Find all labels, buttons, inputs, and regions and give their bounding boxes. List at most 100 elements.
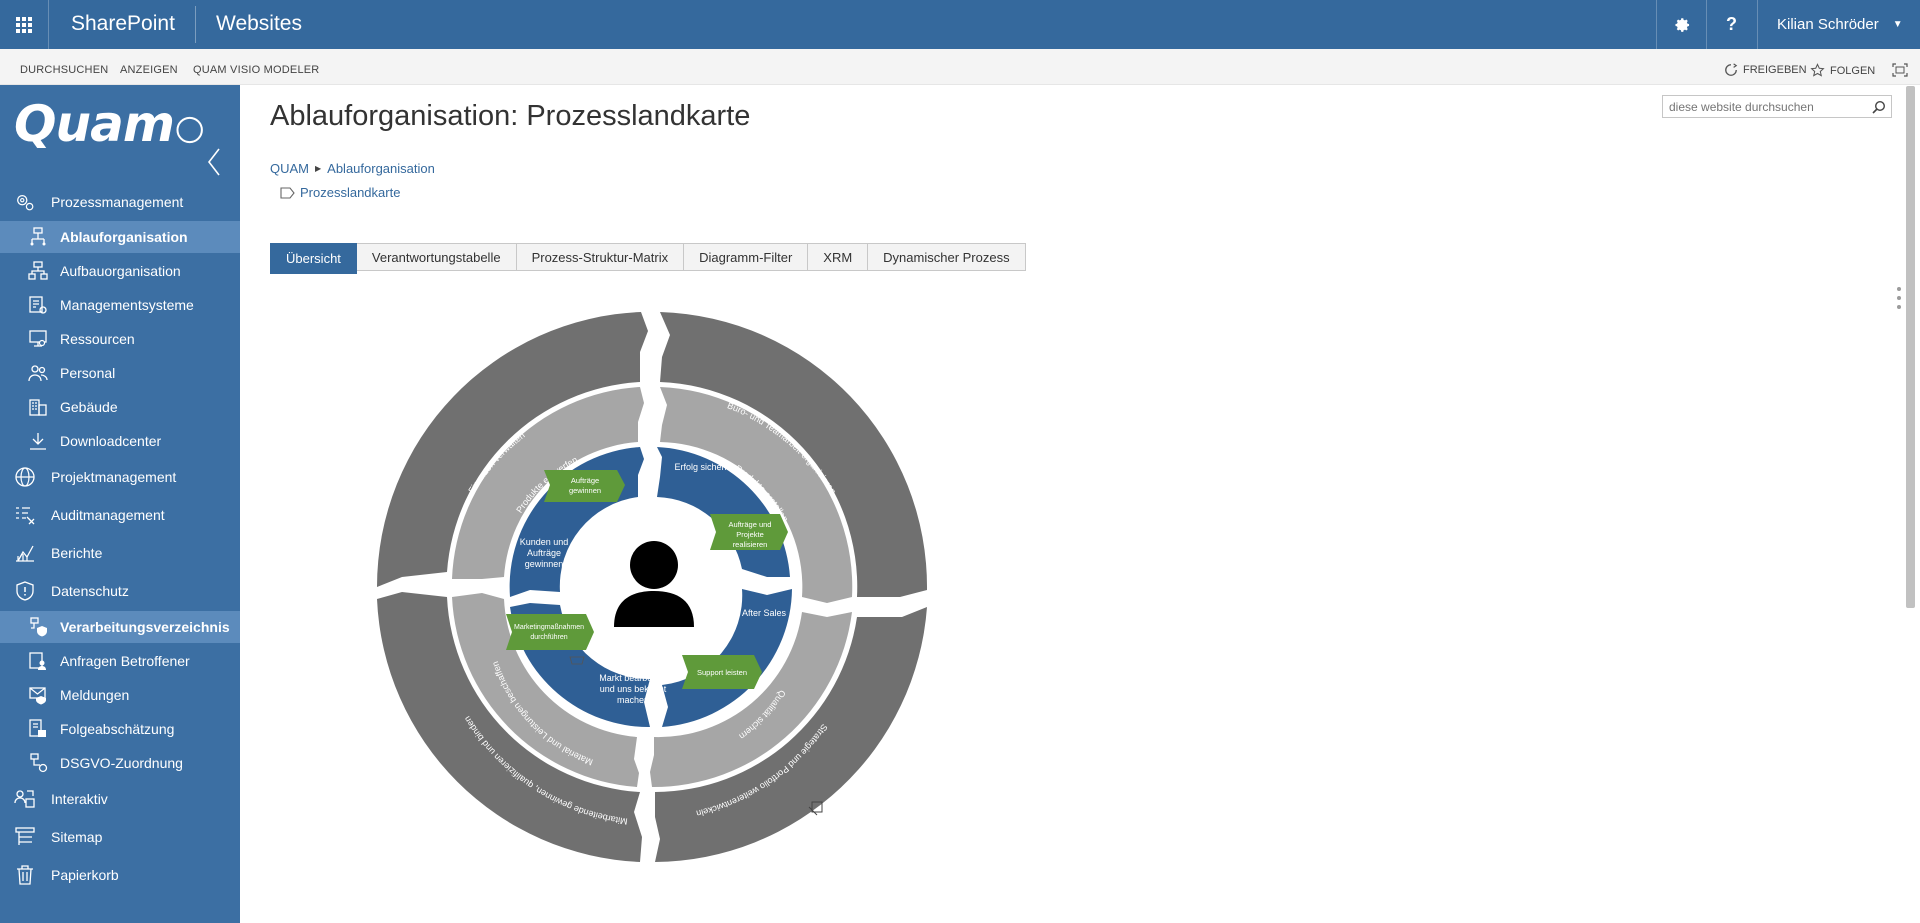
nav-label: Personal [60, 365, 116, 381]
gears-icon [13, 190, 37, 214]
ribbon-tab-view[interactable]: ANZEIGEN [120, 64, 178, 76]
nav-item-auditmanagement[interactable]: Auditmanagement [0, 497, 240, 533]
brand-link[interactable]: SharePoint [71, 12, 175, 36]
share-icon [1725, 63, 1738, 76]
share-button[interactable]: FREIGEBEN [1724, 63, 1807, 77]
nav-item-ressourcen[interactable]: Ressourcen [0, 323, 240, 355]
nav-item-projektmanagement[interactable]: Projektmanagement [0, 459, 240, 495]
nav-label: Downloadcenter [60, 433, 162, 449]
breadcrumb-parent[interactable]: Ablauforganisation [327, 161, 435, 176]
nav-item-interaktiv[interactable]: Interaktiv [0, 781, 240, 817]
nav-label: Managementsysteme [60, 297, 194, 313]
search-box[interactable] [1662, 95, 1892, 118]
notice-icon [26, 683, 50, 707]
breadcrumb-root[interactable]: QUAM [270, 161, 309, 176]
nav-label: Datenschutz [51, 583, 129, 599]
waffle-icon [16, 16, 32, 33]
share-label: FREIGEBEN [1743, 64, 1807, 76]
chevron-down-icon: ▼ [1892, 19, 1903, 30]
chevron-left-icon [207, 148, 220, 176]
scrollbar-thumb[interactable] [1906, 86, 1915, 608]
tab-prozess-struktur-matrix[interactable]: Prozess-Struktur-Matrix [516, 243, 685, 271]
nav-item-gebaeude[interactable]: Gebäude [0, 391, 240, 423]
brand-divider [195, 6, 196, 43]
nav-label: Gebäude [60, 399, 118, 415]
nav-item-personal[interactable]: Personal [0, 357, 240, 389]
collapse-nav-button[interactable] [206, 147, 222, 182]
nav-item-meldungen[interactable]: Meldungen [0, 679, 240, 711]
nav-item-anfragen-betroffener[interactable]: Anfragen Betroffener [0, 645, 240, 677]
nav-label: Meldungen [60, 687, 130, 703]
suite-bar: SharePoint Websites ? Kilian Schröder ▼ [0, 0, 1920, 49]
focus-mode-button[interactable] [1892, 63, 1913, 77]
quam-logo[interactable]: Quam🌕 [14, 95, 205, 153]
svg-text:Support leisten: Support leisten [697, 668, 747, 677]
download-icon [26, 429, 50, 453]
follow-label: FOLGEN [1830, 64, 1876, 77]
shield-flow-icon [26, 615, 50, 639]
inner-label-erfolg: Erfolg sichern [674, 462, 729, 472]
nav-label: Ressourcen [60, 331, 135, 347]
app-launcher-button[interactable] [0, 0, 49, 49]
more-options-icon[interactable] [1897, 287, 1903, 314]
nav-item-managementsysteme[interactable]: Managementsysteme [0, 289, 240, 321]
building-icon [26, 395, 50, 419]
tab-verantwortungstabelle[interactable]: Verantwortungstabelle [356, 243, 517, 271]
search-input[interactable] [1663, 96, 1863, 117]
shield-icon [13, 579, 37, 603]
flow-icon [26, 225, 50, 249]
tab-xrm[interactable]: XRM [808, 243, 869, 271]
settings-button[interactable] [1656, 0, 1706, 49]
nav-item-folgeabschaetzung[interactable]: Folgeabschätzung [0, 713, 240, 745]
badge-auftraege-gewinnen[interactable]: Aufträge gewinnen [544, 470, 625, 502]
breadcrumb-current[interactable]: Prozesslandkarte [300, 185, 400, 200]
nav-label: Interaktiv [51, 791, 108, 807]
assessment-icon [26, 717, 50, 741]
main-content: Ablauforganisation: Prozesslandkarte QUA… [240, 85, 1900, 923]
interactive-icon [13, 787, 37, 811]
nav-item-datenschutz[interactable]: Datenschutz [0, 573, 240, 609]
process-map-diagram: Finanzen verwalten Büro- und Teamarbeit … [376, 312, 928, 862]
nav-item-downloadcenter[interactable]: Downloadcenter [0, 425, 240, 457]
nav-item-prozessmanagement[interactable]: Prozessmanagement [0, 185, 240, 219]
fullscreen-icon [1892, 63, 1908, 77]
tab-dynamischer-prozess[interactable]: Dynamischer Prozess [868, 243, 1026, 271]
nav-label: Prozessmanagement [51, 194, 184, 210]
nav-label: DSGVO-Zuordnung [60, 755, 183, 771]
management-icon [26, 293, 50, 317]
nav-item-aufbauorganisation[interactable]: Aufbauorganisation [0, 255, 240, 287]
user-menu[interactable]: Kilian Schröder ▼ [1757, 0, 1920, 49]
nav-label: Folgeabschätzung [60, 721, 175, 737]
chart-icon [13, 541, 37, 565]
search-icon[interactable] [1872, 100, 1886, 114]
nav-item-dsgvo-zuordnung[interactable]: DSGVO-Zuordnung [0, 747, 240, 779]
nav-label: Anfragen Betroffener [60, 653, 190, 669]
page-title: Ablauforganisation: Prozesslandkarte [270, 100, 751, 132]
nav-item-verarbeitungsverzeichnis[interactable]: Verarbeitungsverzeichnis [0, 611, 240, 643]
help-button[interactable]: ? [1706, 0, 1756, 49]
gear-icon [1674, 17, 1689, 32]
resources-icon [26, 327, 50, 351]
nav-item-berichte[interactable]: Berichte [0, 535, 240, 571]
nav-label: Projektmanagement [51, 469, 177, 485]
user-name: Kilian Schröder [1777, 16, 1879, 33]
request-icon [26, 649, 50, 673]
nav-label: Papierkorb [51, 867, 119, 883]
view-tabs: Übersicht Verantwortungstabelle Prozess-… [270, 243, 1026, 274]
breadcrumb-current-row: Prozesslandkarte [280, 185, 400, 200]
follow-button[interactable]: FOLGEN [1810, 63, 1875, 78]
tab-diagramm-filter[interactable]: Diagramm-Filter [684, 243, 809, 271]
breadcrumb: QUAM ▶ Ablauforganisation [270, 161, 435, 176]
badge-auftraege-projekte[interactable]: Aufträge und Projekte realisieren [710, 514, 788, 550]
nav-label: Verarbeitungsverzeichnis [60, 619, 230, 635]
badge-marketingmassnahmen[interactable]: Marketingmaßnahmen durchführen [506, 614, 594, 650]
section-link[interactable]: Websites [216, 12, 302, 36]
nav-item-sitemap[interactable]: Sitemap [0, 819, 240, 855]
inner-label-kunden: Kunden und Aufträge gewinnen [520, 537, 569, 569]
ribbon-tab-visio-modeler[interactable]: QUAM VISIO MODELER [193, 64, 319, 76]
nav-item-papierkorb[interactable]: Papierkorb [0, 857, 240, 893]
ribbon-tab-browse[interactable]: DURCHSUCHEN [20, 64, 108, 76]
badge-support-leisten[interactable]: Support leisten [682, 655, 762, 689]
nav-item-ablauforganisation[interactable]: Ablauforganisation [0, 221, 240, 253]
tab-uebersicht[interactable]: Übersicht [270, 243, 357, 274]
